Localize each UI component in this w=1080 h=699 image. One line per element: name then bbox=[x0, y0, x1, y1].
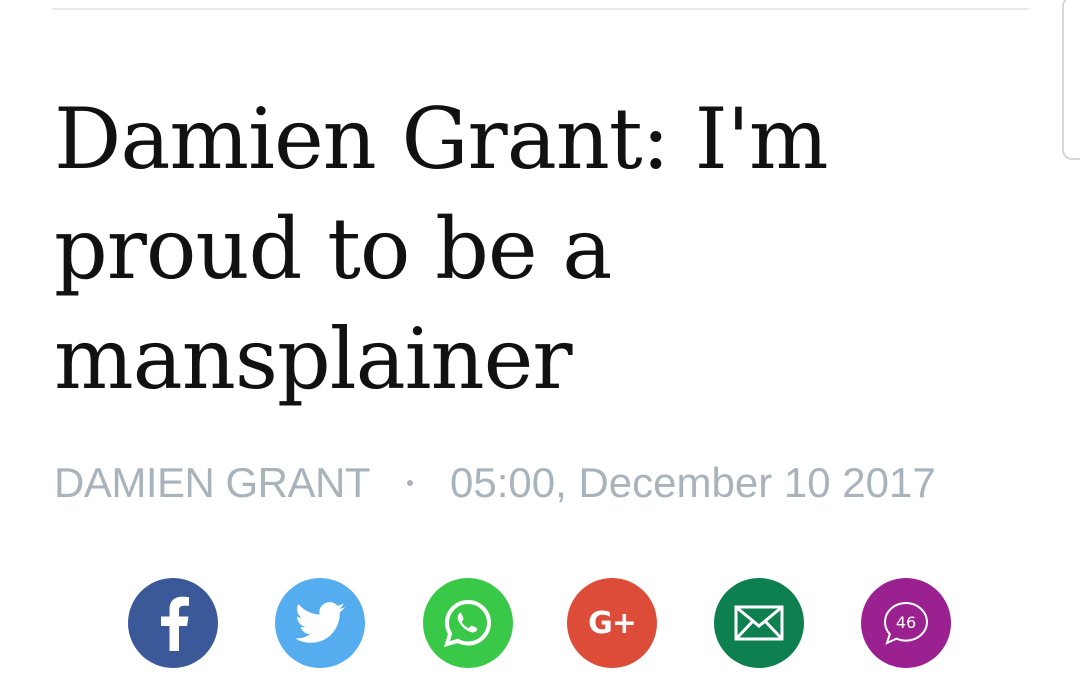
comment-icon: 46 bbox=[883, 601, 929, 645]
twitter-icon bbox=[295, 602, 345, 643]
share-bar: G+ 46 bbox=[128, 578, 952, 670]
facebook-share-button[interactable] bbox=[128, 578, 218, 668]
facebook-icon bbox=[161, 596, 189, 651]
article-byline: DAMIEN GRANT 05:00, December 10 2017 bbox=[54, 458, 936, 508]
google-plus-icon: G+ bbox=[588, 605, 637, 641]
article-page: Damien Grant: I'm proud to be a mansplai… bbox=[0, 0, 1080, 699]
whatsapp-share-button[interactable] bbox=[423, 578, 513, 668]
article-headline: Damien Grant: I'm proud to be a mansplai… bbox=[54, 90, 829, 408]
twitter-share-button[interactable] bbox=[275, 578, 365, 668]
comments-button[interactable]: 46 bbox=[861, 578, 951, 668]
comment-count: 46 bbox=[896, 613, 916, 632]
email-share-button[interactable] bbox=[714, 578, 804, 668]
edge-panel-handle[interactable] bbox=[1062, 0, 1080, 160]
google-plus-share-button[interactable]: G+ bbox=[567, 578, 657, 668]
top-divider bbox=[52, 8, 1029, 10]
byline-separator-dot bbox=[407, 480, 414, 486]
envelope-icon bbox=[734, 605, 784, 641]
author-name[interactable]: DAMIEN GRANT bbox=[54, 459, 371, 507]
publish-timestamp: 05:00, December 10 2017 bbox=[450, 459, 936, 506]
whatsapp-icon bbox=[444, 599, 492, 647]
